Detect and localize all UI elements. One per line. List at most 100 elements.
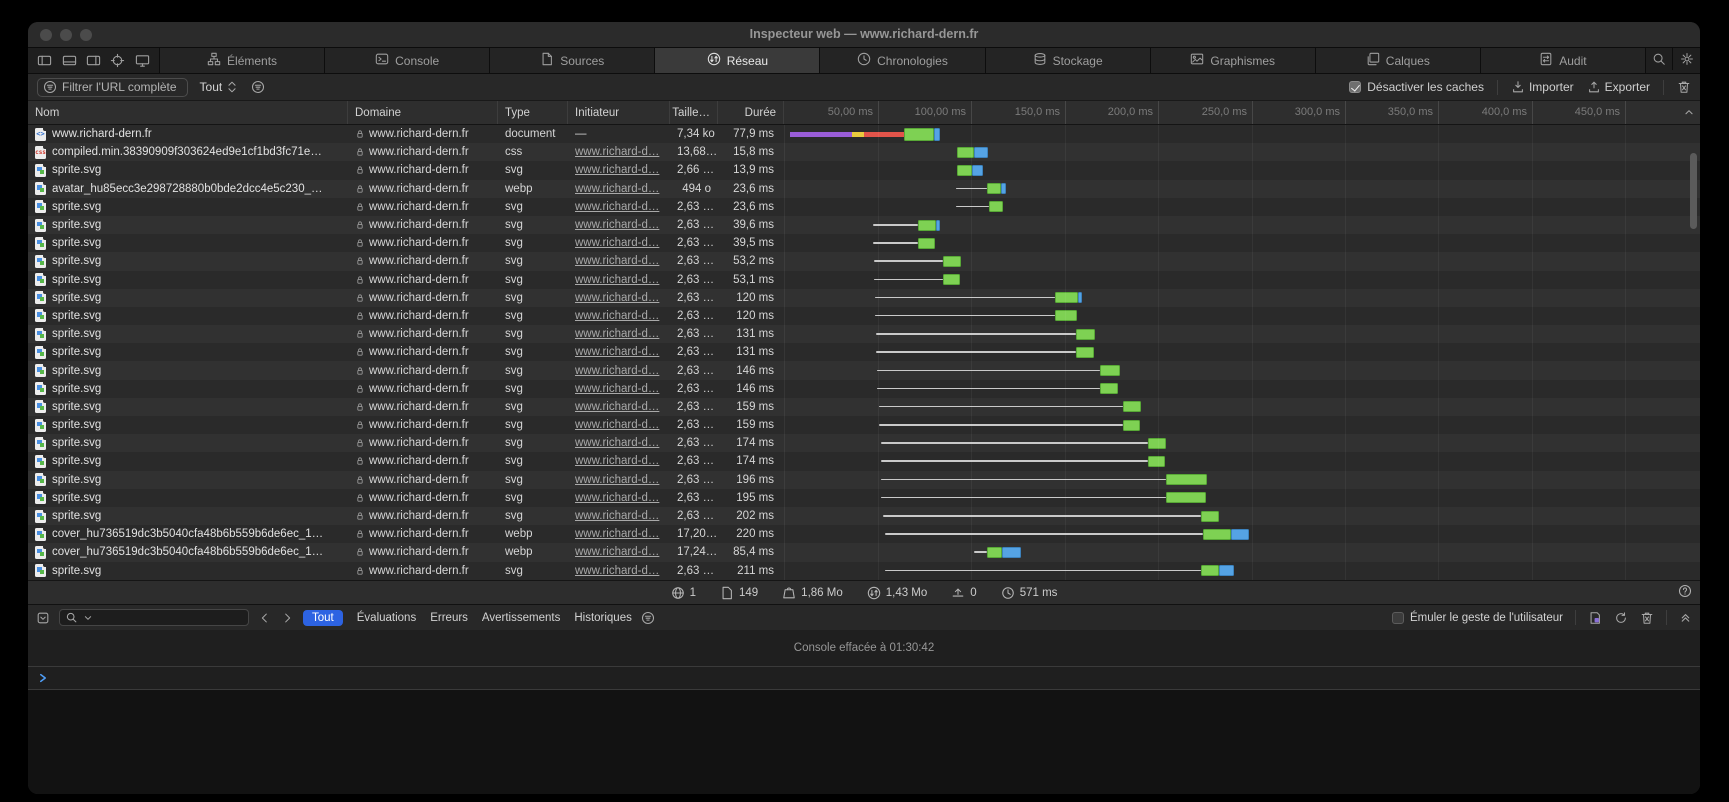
table-row[interactable]: sprite.svgwww.richard-dern.frsvgwww.rich… <box>28 271 1700 289</box>
initiator-link[interactable]: www.richard-d… <box>575 310 659 322</box>
initiator-link[interactable]: www.richard-d… <box>575 201 659 213</box>
table-row[interactable]: avatar_hu85ecc3e298728880b0bde2dcc4e5c23… <box>28 180 1700 198</box>
column-header-type[interactable]: Type <box>498 101 568 124</box>
table-row[interactable]: cover_hu736519dc3b5040cfa48b6b559b6de6ec… <box>28 543 1700 561</box>
clear-console-trash-icon[interactable] <box>1640 611 1654 625</box>
initiator-link[interactable]: www.richard-d… <box>575 437 659 449</box>
search-icon[interactable] <box>1646 48 1673 70</box>
initiator-link[interactable]: www.richard-d… <box>575 528 659 540</box>
settings-gear-icon[interactable] <box>1673 48 1700 70</box>
initiator-link[interactable]: www.richard-d… <box>575 255 659 267</box>
table-row[interactable]: csscompiled.min.38390909f303624ed9e1cf1b… <box>28 143 1700 161</box>
table-row[interactable]: sprite.svgwww.richard-dern.frsvgwww.rich… <box>28 361 1700 379</box>
initiator-link[interactable]: www.richard-d… <box>575 219 659 231</box>
console-filter-icon[interactable] <box>641 611 655 625</box>
console-scope-tout[interactable]: Tout <box>303 610 343 626</box>
table-row[interactable]: sprite.svgwww.richard-dern.frsvgwww.rich… <box>28 161 1700 179</box>
tab-console[interactable]: Console <box>325 48 490 73</box>
column-header-nom[interactable]: Nom <box>28 101 348 124</box>
import-button[interactable]: Importer <box>1511 80 1574 94</box>
dock-right-icon[interactable] <box>83 50 104 72</box>
help-icon[interactable] <box>1678 584 1692 598</box>
table-row[interactable]: sprite.svgwww.richard-dern.frsvgwww.rich… <box>28 343 1700 361</box>
tab-calques[interactable]: Calques <box>1316 48 1481 73</box>
tab-graphismes[interactable]: Graphismes <box>1151 48 1316 73</box>
url-filter-input[interactable]: Filtrer l'URL complète <box>37 78 188 97</box>
console-prompt[interactable] <box>28 666 1700 690</box>
table-row[interactable]: sprite.svgwww.richard-dern.frsvgwww.rich… <box>28 198 1700 216</box>
table-row[interactable]: sprite.svgwww.richard-dern.frsvgwww.rich… <box>28 289 1700 307</box>
initiator-link[interactable]: www.richard-d… <box>575 419 659 431</box>
tab-stockage[interactable]: Stockage <box>986 48 1151 73</box>
initiator-link[interactable]: www.richard-d… <box>575 474 659 486</box>
table-row[interactable]: sprite.svgwww.richard-dern.frsvgwww.rich… <box>28 307 1700 325</box>
scroll-up-icon[interactable] <box>1682 105 1696 119</box>
table-row[interactable]: sprite.svgwww.richard-dern.frsvgwww.rich… <box>28 489 1700 507</box>
table-row[interactable]: <>www.richard-dern.frwww.richard-dern.fr… <box>28 125 1700 143</box>
initiator-link[interactable]: www.richard-d… <box>575 292 659 304</box>
table-row[interactable]: cover_hu736519dc3b5040cfa48b6b559b6de6ec… <box>28 525 1700 543</box>
resource-type-select[interactable]: Tout <box>200 80 240 94</box>
column-header-duree[interactable]: Durée <box>718 101 784 124</box>
column-header-taille[interactable]: Taille… <box>670 101 718 124</box>
initiator-link[interactable]: www.richard-d… <box>575 492 659 504</box>
previous-result-button[interactable] <box>258 611 272 625</box>
column-header-initiateur[interactable]: Initiateur <box>568 101 670 124</box>
column-header-domaine[interactable]: Domaine <box>348 101 498 124</box>
table-row[interactable]: sprite.svgwww.richard-dern.frsvgwww.rich… <box>28 380 1700 398</box>
initiator-link[interactable]: www.richard-d… <box>575 346 659 358</box>
dock-left-icon[interactable] <box>34 50 55 72</box>
initiator-link[interactable]: www.richard-d… <box>575 510 659 522</box>
table-row[interactable]: sprite.svgwww.richard-dern.frsvgwww.rich… <box>28 234 1700 252</box>
initiator-link[interactable]: www.richard-d… <box>575 164 659 176</box>
tab-reseau[interactable]: Réseau <box>655 48 820 73</box>
console-picker-icon[interactable] <box>36 611 50 625</box>
next-result-button[interactable] <box>280 611 294 625</box>
initiator-link[interactable]: www.richard-d… <box>575 274 659 286</box>
table-row[interactable]: sprite.svgwww.richard-dern.frsvgwww.rich… <box>28 398 1700 416</box>
vertical-scrollbar[interactable] <box>1690 153 1697 229</box>
tab-audit[interactable]: Audit <box>1481 48 1646 73</box>
collapse-console-icon[interactable] <box>1679 611 1692 624</box>
initiator-link[interactable]: www.richard-d… <box>575 401 659 413</box>
clear-network-trash-icon[interactable] <box>1677 80 1691 94</box>
console-scope-evaluations[interactable]: Évaluations <box>357 612 416 624</box>
table-row[interactable]: sprite.svgwww.richard-dern.frsvgwww.rich… <box>28 252 1700 270</box>
initiator-link[interactable]: www.richard-d… <box>575 146 659 158</box>
dock-bottom-icon[interactable] <box>58 50 79 72</box>
table-row[interactable]: sprite.svgwww.richard-dern.frsvgwww.rich… <box>28 416 1700 434</box>
zoom-window-button[interactable] <box>80 29 92 41</box>
initiator-link[interactable]: www.richard-d… <box>575 237 659 249</box>
table-row[interactable]: sprite.svgwww.richard-dern.frsvgwww.rich… <box>28 216 1700 234</box>
tab-sources[interactable]: Sources <box>490 48 655 73</box>
emulate-user-gesture-checkbox[interactable]: Émuler le geste de l'utilisateur <box>1392 612 1563 624</box>
initiator-link[interactable]: www.richard-d… <box>575 328 659 340</box>
initiator-link[interactable]: www.richard-d… <box>575 546 659 558</box>
element-picker-icon[interactable] <box>107 50 128 72</box>
refresh-icon[interactable] <box>1614 611 1628 625</box>
table-row[interactable]: sprite.svgwww.richard-dern.frsvgwww.rich… <box>28 452 1700 470</box>
table-row[interactable]: sprite.svgwww.richard-dern.frsvgwww.rich… <box>28 562 1700 580</box>
table-row[interactable]: sprite.svgwww.richard-dern.frsvgwww.rich… <box>28 325 1700 343</box>
tab-elements[interactable]: Éléments <box>160 48 325 73</box>
initiator-link[interactable]: www.richard-d… <box>575 565 659 577</box>
close-window-button[interactable] <box>40 29 52 41</box>
console-scope-historiques[interactable]: Historiques <box>574 612 632 624</box>
script-log-icon[interactable] <box>1588 611 1602 625</box>
disable-caches-checkbox[interactable]: Désactiver les caches <box>1349 80 1484 94</box>
initiator-link[interactable]: www.richard-d… <box>575 383 659 395</box>
console-search-input[interactable] <box>59 609 249 626</box>
tab-chronologies[interactable]: Chronologies <box>820 48 985 73</box>
table-row[interactable]: sprite.svgwww.richard-dern.frsvgwww.rich… <box>28 471 1700 489</box>
table-row[interactable]: sprite.svgwww.richard-dern.frsvgwww.rich… <box>28 507 1700 525</box>
console-scope-erreurs[interactable]: Erreurs <box>430 612 468 624</box>
initiator-link[interactable]: www.richard-d… <box>575 183 659 195</box>
initiator-link[interactable]: www.richard-d… <box>575 455 659 467</box>
export-button[interactable]: Exporter <box>1587 80 1650 94</box>
filter-circle-icon[interactable] <box>251 80 265 94</box>
table-row[interactable]: sprite.svgwww.richard-dern.frsvgwww.rich… <box>28 434 1700 452</box>
initiator-link[interactable]: www.richard-d… <box>575 365 659 377</box>
console-scope-avertissements[interactable]: Avertissements <box>482 612 560 624</box>
device-icon[interactable] <box>132 50 153 72</box>
minimize-window-button[interactable] <box>60 29 72 41</box>
